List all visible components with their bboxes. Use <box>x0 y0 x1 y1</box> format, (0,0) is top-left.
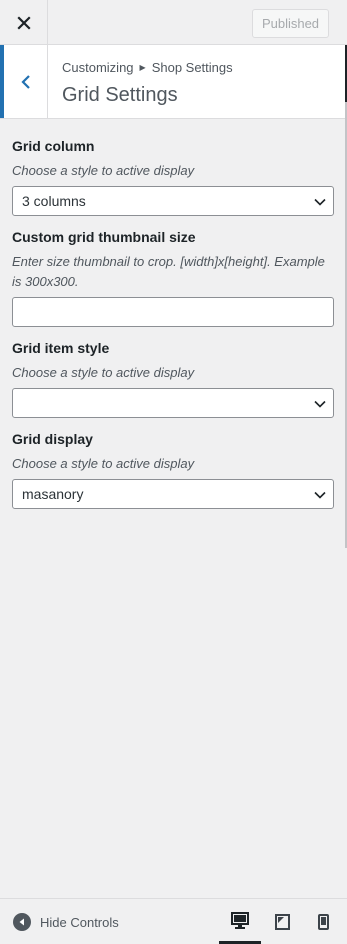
breadcrumb-current: Shop Settings <box>151 60 233 75</box>
mobile-preview-button[interactable] <box>302 899 344 944</box>
controls-list: Grid column Choose a style to active dis… <box>12 137 334 521</box>
control-title: Grid column <box>12 138 95 154</box>
hide-controls-button[interactable]: Hide Controls <box>13 913 119 931</box>
tablet-icon <box>274 914 290 930</box>
collapse-icon <box>13 913 31 931</box>
control-title: Grid display <box>12 431 93 447</box>
control-description: Choose a style to active display <box>12 163 195 178</box>
mobile-icon <box>317 914 329 930</box>
grid-display-select[interactable]: masanory <box>12 479 334 509</box>
chevron-down-icon <box>314 491 326 499</box>
control-title: Custom grid thumbnail size <box>12 229 196 245</box>
chevron-down-icon <box>314 198 326 206</box>
control-description: Enter size thumbnail to crop. [width]x[h… <box>12 254 325 289</box>
section-header: Customizing ▶ Shop Settings Grid Setting… <box>0 45 347 119</box>
close-customizer-button[interactable] <box>0 0 48 45</box>
customizer-header: Published <box>0 0 347 45</box>
select-value: 3 columns <box>22 193 86 209</box>
grid-column-select[interactable]: 3 columns <box>12 186 334 216</box>
control-title: Grid item style <box>12 340 110 356</box>
tablet-preview-button[interactable] <box>261 899 303 944</box>
breadcrumb-arrow-icon: ▶ <box>139 63 146 72</box>
grid-item-style-select[interactable] <box>12 388 334 418</box>
page-title: Grid Settings <box>62 84 178 106</box>
chevron-left-icon <box>20 74 30 89</box>
breadcrumb: Customizing ▶ Shop Settings <box>62 60 233 75</box>
thumbnail-size-control: Custom grid thumbnail size Enter size th… <box>12 228 334 327</box>
grid-display-control: Grid display Choose a style to active di… <box>12 430 334 509</box>
close-icon <box>16 15 31 30</box>
control-description: Choose a style to active display <box>12 365 195 380</box>
customizer-footer: Hide Controls <box>0 898 347 944</box>
back-button[interactable] <box>0 45 48 118</box>
grid-column-control: Grid column Choose a style to active dis… <box>12 137 334 216</box>
breadcrumb-parent: Customizing <box>62 60 134 75</box>
published-button[interactable]: Published <box>252 9 329 38</box>
chevron-down-icon <box>314 400 326 408</box>
thumbnail-size-input[interactable] <box>12 297 334 327</box>
control-description: Choose a style to active display <box>12 456 195 471</box>
grid-item-style-control: Grid item style Choose a style to active… <box>12 339 334 418</box>
desktop-icon <box>231 911 249 929</box>
desktop-preview-button[interactable] <box>219 899 261 944</box>
hide-controls-label: Hide Controls <box>40 914 119 930</box>
select-value: masanory <box>22 486 84 502</box>
